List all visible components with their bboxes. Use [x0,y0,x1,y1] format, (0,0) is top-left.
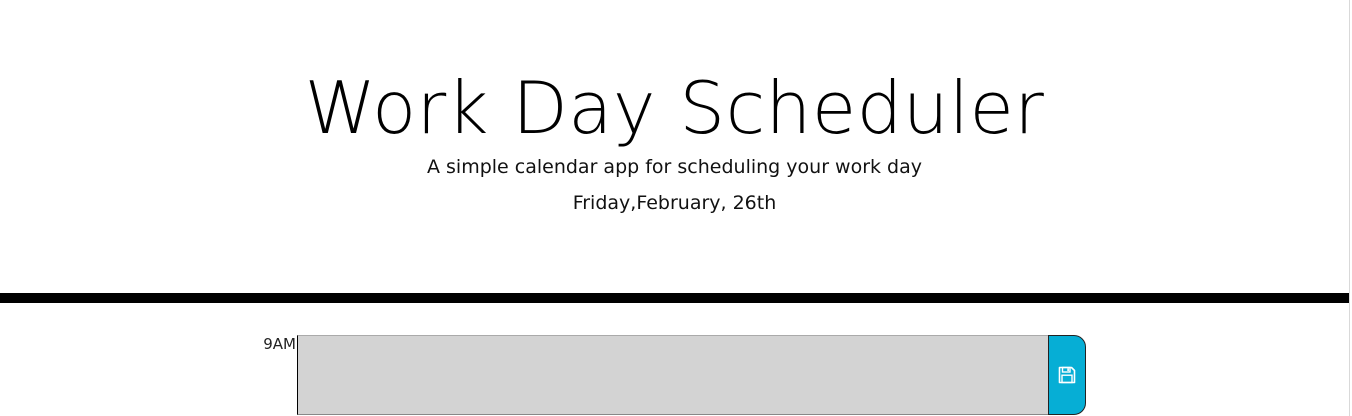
page-title: Work Day Scheduler [304,66,1045,150]
window-edge [1349,0,1350,416]
event-description-input[interactable] [297,335,1048,415]
page-subtitle: A simple calendar app for scheduling you… [426,156,923,178]
header-divider [0,293,1349,303]
scheduler-page: Work Day Scheduler A simple calendar app… [0,0,1352,416]
save-button[interactable] [1048,335,1086,415]
floppy-disk-icon [1057,365,1077,385]
header: Work Day Scheduler A simple calendar app… [0,0,1349,293]
time-block-9am: 9AM [0,335,1349,416]
current-day: Friday,February, 26th [572,192,777,214]
hour-label: 9AM [263,335,296,353]
